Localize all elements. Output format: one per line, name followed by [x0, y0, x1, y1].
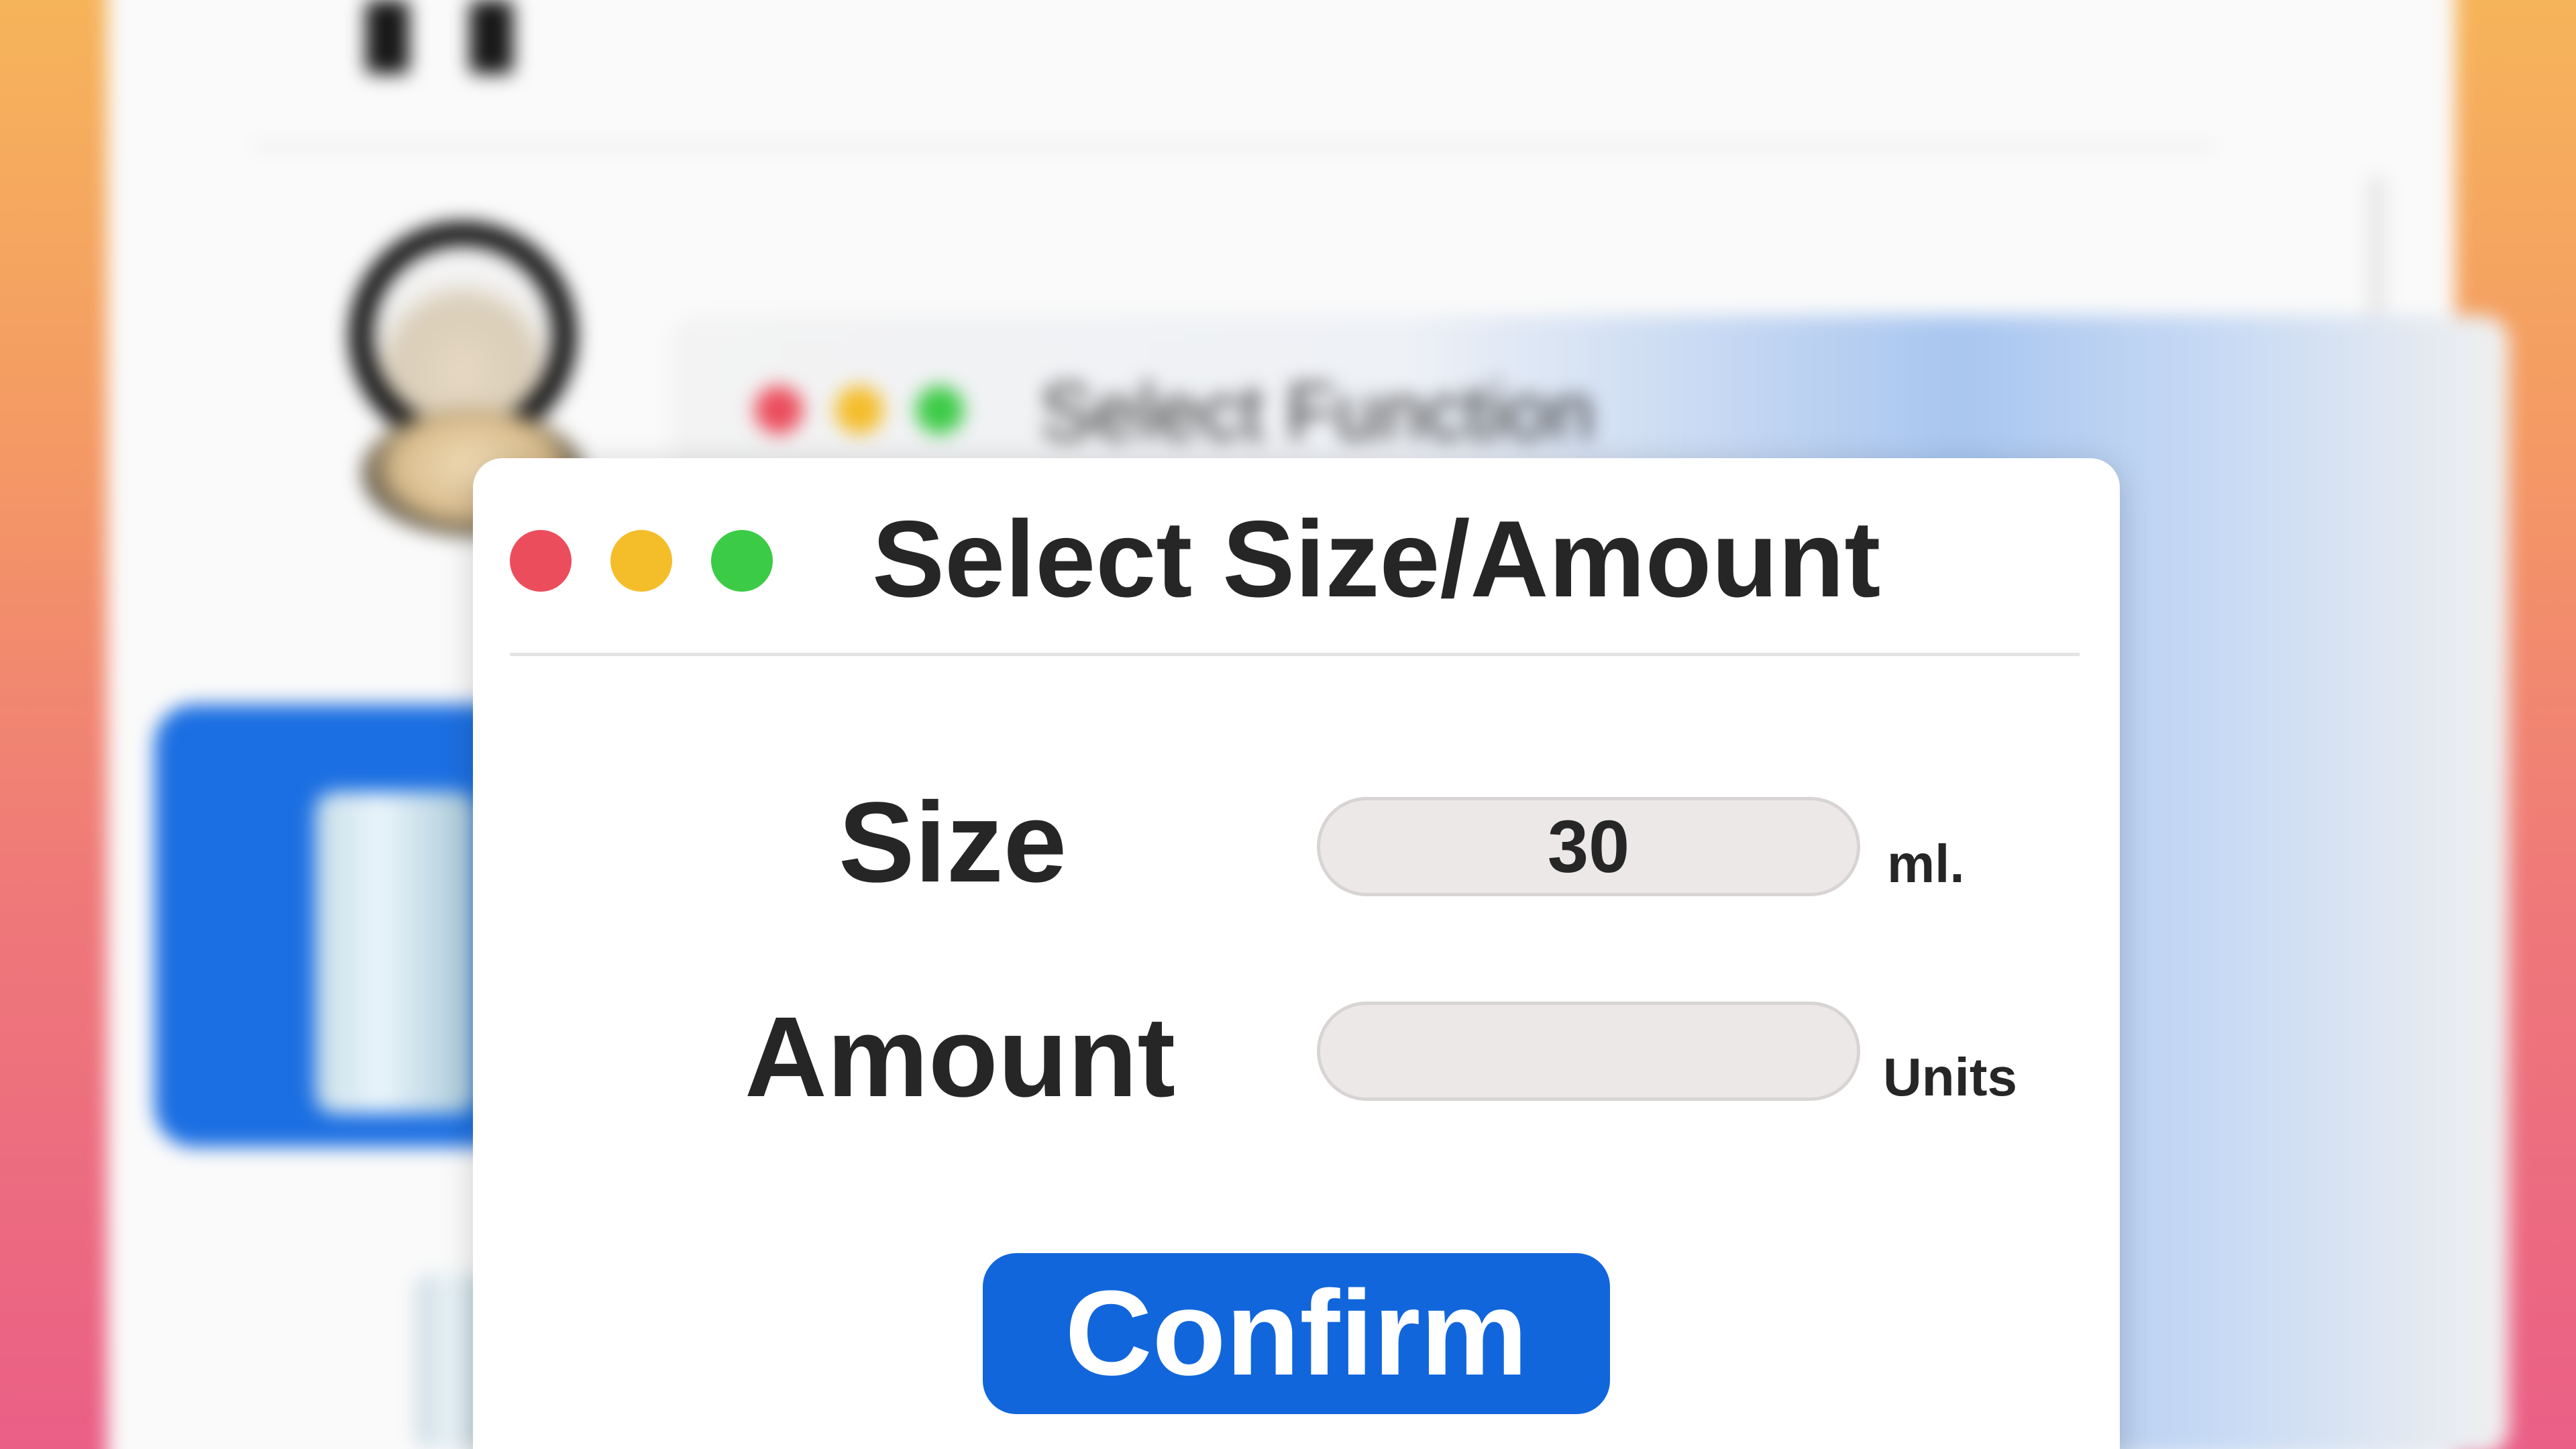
title-divider: [510, 653, 2080, 656]
size-input[interactable]: [1317, 797, 1860, 896]
size-unit-label: ml.: [1887, 834, 1965, 894]
amount-unit-label: Units: [1883, 1047, 2017, 1107]
select-function-minimize-control: [835, 386, 883, 434]
pause-icon: [366, 0, 409, 74]
size-label: Size: [839, 779, 1067, 906]
zoom-window-button[interactable]: [711, 530, 773, 592]
amount-label: Amount: [745, 994, 1176, 1121]
minimize-window-button[interactable]: [610, 530, 672, 592]
background-divider: [255, 144, 2214, 148]
pause-icon-bar: [470, 0, 513, 74]
dialog-title: Select Size/Amount: [872, 498, 1881, 620]
select-size-amount-dialog: Select Size/Amount Size ml. Amount Units…: [473, 458, 2120, 1449]
select-function-zoom-control: [916, 386, 964, 434]
cream-jar-image: [315, 792, 476, 1114]
close-window-button[interactable]: [510, 530, 572, 592]
select-function-title: Select Function: [1040, 367, 1595, 457]
desktop-background: Select Function Select Size/Amount Size …: [0, 0, 2576, 1449]
confirm-button[interactable]: Confirm: [983, 1253, 1610, 1414]
select-function-close-control: [755, 386, 803, 434]
amount-input[interactable]: [1317, 1002, 1860, 1101]
